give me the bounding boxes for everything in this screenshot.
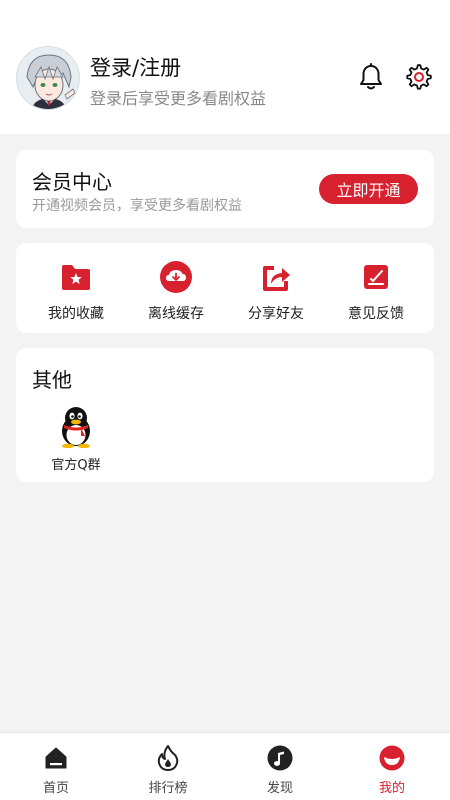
login-title[interactable]: 登录/注册	[90, 52, 181, 82]
tab-mine-label: 我的	[378, 781, 405, 796]
feedback-button[interactable]: 意见反馈	[324, 243, 428, 333]
open-vip-button[interactable]: 立即开通	[319, 174, 418, 204]
share-icon	[260, 261, 292, 293]
tab-mine[interactable]: 我的	[336, 733, 448, 800]
tab-home-label: 首页	[42, 781, 69, 796]
gear-icon[interactable]	[404, 62, 434, 92]
favorites-button[interactable]: 我的收藏	[24, 243, 128, 333]
share-friends-label: 分享好友	[248, 306, 304, 322]
tab-ranking[interactable]: 排行榜	[112, 733, 224, 800]
functions-card: 我的收藏 离线缓存 分享好友 意见反馈	[16, 243, 434, 333]
vip-card[interactable]: 会员中心 开通视频会员，享受更多看剧权益 立即开通	[16, 150, 434, 228]
avatar[interactable]	[16, 46, 80, 110]
flame-icon	[155, 745, 181, 771]
bottom-tab-bar: 首页 排行榜 发现 我的	[0, 732, 450, 800]
profile-icon	[379, 745, 405, 771]
folder-star-icon	[60, 261, 92, 293]
login-subtitle: 登录后享受更多看剧权益	[90, 89, 267, 108]
profile-header: 登录/注册 登录后享受更多看剧权益	[0, 0, 450, 134]
offline-cache-button[interactable]: 离线缓存	[124, 243, 228, 333]
home-icon	[43, 745, 69, 771]
vip-subtitle: 开通视频会员，享受更多看剧权益	[32, 198, 242, 214]
tab-ranking-label: 排行榜	[148, 781, 188, 796]
other-card: 其他 官方Q群	[16, 348, 434, 482]
vip-title: 会员中心	[32, 170, 112, 194]
bell-icon[interactable]	[356, 62, 386, 92]
tab-discover-label: 发现	[266, 781, 293, 796]
official-qq-group-button[interactable]: 官方Q群	[42, 406, 110, 473]
tab-discover[interactable]: 发现	[224, 733, 336, 800]
feedback-icon	[360, 261, 392, 293]
cloud-download-icon	[160, 261, 192, 293]
share-friends-button[interactable]: 分享好友	[224, 243, 328, 333]
qq-penguin-icon	[58, 406, 94, 452]
anime-avatar-icon	[17, 47, 79, 109]
official-qq-group-label: 官方Q群	[51, 458, 101, 473]
offline-cache-label: 离线缓存	[148, 306, 204, 322]
favorites-label: 我的收藏	[48, 306, 104, 322]
tab-home[interactable]: 首页	[0, 733, 112, 800]
feedback-label: 意见反馈	[348, 306, 404, 322]
other-title: 其他	[32, 368, 72, 392]
music-note-icon	[267, 745, 293, 771]
